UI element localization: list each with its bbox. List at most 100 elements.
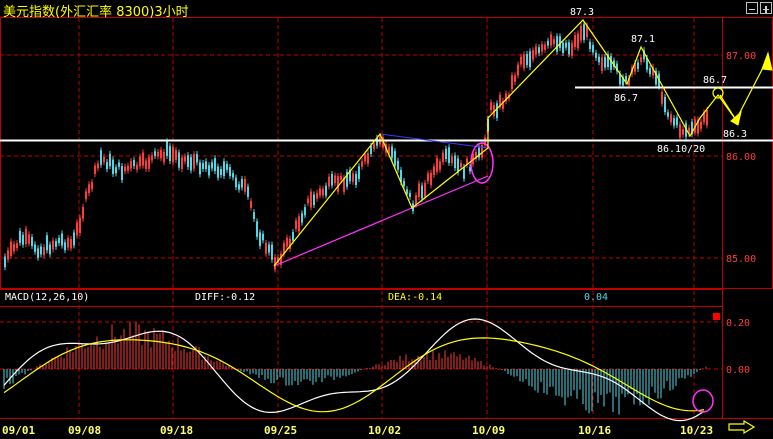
candle-body [217,166,219,178]
macd-diff-value: DIFF:-0.12 [195,292,256,303]
candle-body [439,161,441,170]
candle-body [124,166,126,172]
candle-body [403,180,405,187]
candle-body [286,237,288,247]
candle-body [16,243,18,249]
candle-body [562,42,564,54]
candle-body [34,244,36,252]
date-label: 10/02 [368,424,401,437]
candle-body [127,165,129,171]
candle-body [550,34,552,46]
date-label: 09/01 [2,424,35,437]
candle-body [316,192,318,199]
candle-body [574,35,576,47]
candle-body [304,207,306,216]
date-label: 10/16 [578,424,611,437]
label-peak-2: 87.1 [631,34,655,45]
macd-indicator-name[interactable]: MACD(12,26,10) [5,292,89,303]
candle-body [166,141,168,156]
candle-body [172,146,174,163]
candle-body [247,186,249,197]
price-label-87: 87.00 [726,51,756,62]
candle-body [433,166,435,176]
candle-body [352,173,354,182]
candle-body [109,153,111,167]
candle-body [25,228,27,245]
candle-body [427,173,429,182]
candle-body [331,173,333,186]
candle-body [511,75,513,90]
candle-body [394,151,396,166]
candle-body [307,198,309,204]
label-resistance: 86.7 [703,75,727,86]
candle-body [292,232,294,241]
candle-body [208,165,210,176]
candle-body [358,166,360,179]
candle-body [250,201,252,208]
candle-body [610,56,612,70]
candle-body [667,112,669,117]
minimize-button[interactable] [746,2,758,14]
candle-body [679,124,681,138]
candle-body [223,161,225,177]
maximize-button[interactable] [760,2,772,14]
candle-body [154,151,156,156]
candlestick-series [4,21,708,273]
candle-body [340,175,342,180]
candle-body [676,117,678,126]
candle-body [52,240,54,250]
candle-body [142,152,144,166]
candle-body [538,47,540,54]
candle-body [637,62,639,69]
candle-body [364,154,366,162]
candle-body [262,233,264,241]
candle-body [139,156,141,167]
candle-body [523,54,525,69]
candle-body [682,129,684,135]
macd-histogram [3,321,707,415]
candle-body [46,235,48,251]
candle-body [649,68,651,75]
candle-body [13,243,15,252]
candle-body [598,56,600,63]
minimize-icon [749,9,755,10]
candle-body [295,220,297,230]
lower-trend-line [273,175,489,267]
candle-body [196,154,198,163]
candle-body [661,91,663,104]
target-circle [712,87,724,99]
candle-body [157,152,159,157]
candle-body [373,143,375,150]
candle-body [514,75,516,82]
candle-body [121,165,123,181]
date-label: 09/25 [264,424,297,437]
candle-body [325,185,327,196]
candle-body [580,25,582,41]
candle-body [334,175,336,184]
label-peak-1: 87.3 [570,7,594,18]
candle-body [700,121,702,129]
candle-body [541,44,543,52]
candle-body [259,232,261,247]
candle-body [238,184,240,190]
candle-body [517,64,519,76]
candle-body [445,148,447,160]
candle-body [706,110,708,126]
candle-body [256,221,258,237]
label-low: 86.10/20 [657,144,705,155]
candle-body [202,163,204,170]
candle-body [136,164,138,170]
candle-body [97,163,99,169]
candle-body [193,154,195,169]
candle-body [190,157,192,171]
price-chart-svg: 87.00 86.00 85.00 0.20 0.00 87.3 87.1 86… [0,7,773,437]
candle-body [589,41,591,50]
candle-body [457,158,459,173]
candle-body [253,212,255,219]
candle-body [454,155,456,169]
candle-body [73,232,75,246]
candle-body [430,172,432,186]
candle-body [226,163,228,170]
right-arrow-icon[interactable] [728,420,756,434]
candle-body [115,167,117,174]
